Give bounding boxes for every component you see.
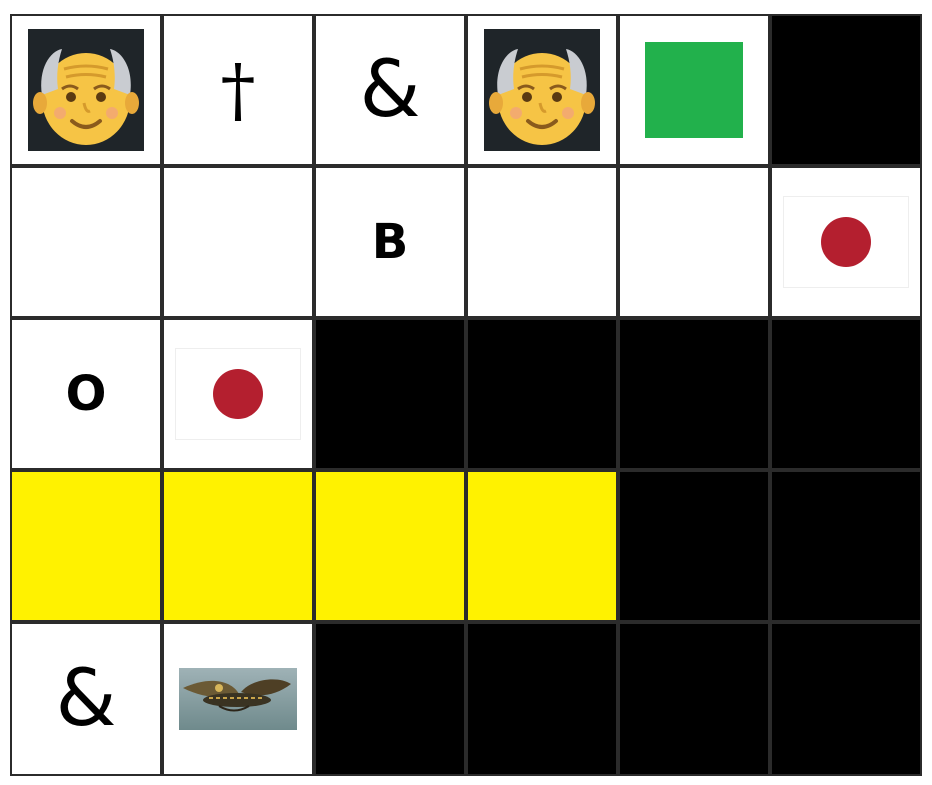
empty-cell — [466, 166, 618, 318]
yellow-cell — [162, 470, 314, 622]
board-cell — [466, 14, 618, 166]
black-cell — [466, 318, 618, 470]
empty-cell — [618, 166, 770, 318]
japan-flag-icon — [783, 196, 909, 288]
empty-cell — [162, 166, 314, 318]
flag-sun-disc — [213, 369, 263, 419]
game-board: † & B O & — [10, 14, 922, 776]
cell-glyph: O — [65, 366, 107, 422]
black-cell — [770, 318, 922, 470]
cell-glyph: & — [359, 45, 421, 135]
yellow-cell — [10, 470, 162, 622]
black-cell — [770, 14, 922, 166]
moth-image — [179, 668, 297, 730]
board-cell — [770, 166, 922, 318]
black-cell — [770, 470, 922, 622]
black-cell — [618, 318, 770, 470]
flag-sun-disc — [821, 217, 871, 267]
cell-glyph: B — [371, 214, 409, 270]
old-man-face-icon — [28, 29, 144, 151]
board-cell — [10, 14, 162, 166]
green-square-icon — [645, 42, 743, 138]
board-cell — [162, 318, 314, 470]
japan-flag-icon — [175, 348, 301, 440]
yellow-cell — [466, 470, 618, 622]
board-cell: & — [314, 14, 466, 166]
board-cell — [162, 622, 314, 776]
black-cell — [466, 622, 618, 776]
black-cell — [314, 622, 466, 776]
black-cell — [618, 622, 770, 776]
board-cell: & — [10, 622, 162, 776]
yellow-cell — [314, 470, 466, 622]
board-cell: B — [314, 166, 466, 318]
empty-cell — [10, 166, 162, 318]
old-man-face-icon — [484, 29, 600, 151]
black-cell — [770, 622, 922, 776]
board-cell: † — [162, 14, 314, 166]
black-cell — [618, 470, 770, 622]
cell-glyph: † — [220, 49, 256, 131]
cell-glyph: & — [55, 654, 117, 744]
board-cell: O — [10, 318, 162, 470]
board-cell — [618, 14, 770, 166]
black-cell — [314, 318, 466, 470]
